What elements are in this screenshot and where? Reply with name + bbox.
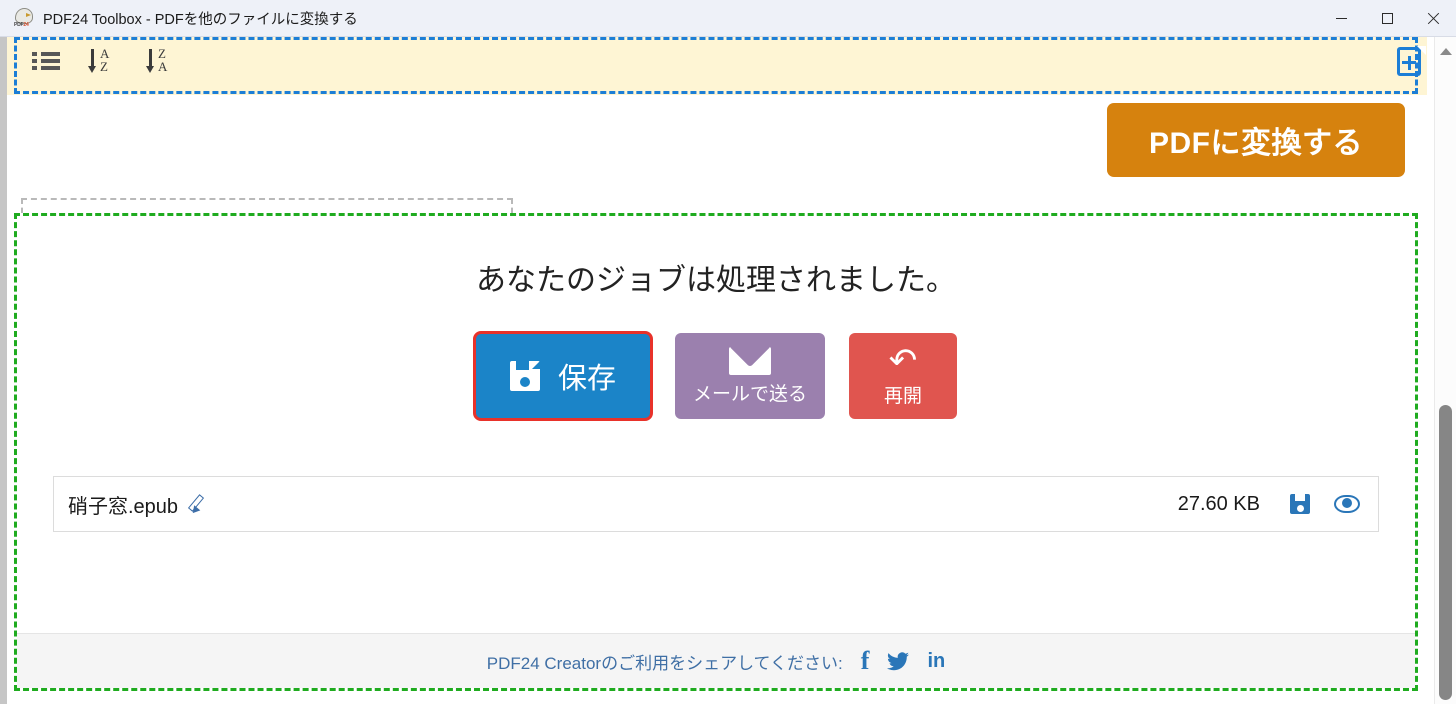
- minimize-button[interactable]: [1318, 0, 1364, 36]
- linkedin-icon[interactable]: in: [927, 651, 945, 671]
- sort-az-button[interactable]: A Z: [88, 45, 120, 77]
- list-view-icon: [32, 51, 60, 71]
- twitter-icon[interactable]: [887, 651, 910, 671]
- maximize-icon: [1381, 12, 1393, 24]
- close-icon: [1427, 12, 1440, 25]
- floppy-disk-icon: [509, 361, 540, 391]
- add-file-button[interactable]: [1394, 46, 1426, 78]
- scrollbar-thumb[interactable]: [1439, 405, 1452, 700]
- app-window: PDF24 PDF24 Toolbox - PDFを他のファイルに変換する A …: [0, 0, 1456, 704]
- envelope-icon: [729, 346, 771, 375]
- table-row[interactable]: 硝子窓.epub 27.60 KB: [53, 476, 1379, 532]
- result-actions: 保存 メールで送る ↶ 再開: [17, 331, 1415, 421]
- sort-az-icon: A Z: [88, 47, 119, 74]
- list-view-button[interactable]: [30, 45, 62, 77]
- window-title: PDF24 Toolbox - PDFを他のファイルに変換する: [43, 11, 358, 28]
- download-icon[interactable]: [1290, 494, 1310, 514]
- send-mail-button[interactable]: メールで送る: [675, 333, 825, 419]
- save-button-label: 保存: [557, 363, 616, 395]
- vertical-scrollbar[interactable]: [1434, 37, 1456, 704]
- facebook-icon[interactable]: f: [861, 648, 870, 674]
- share-footer: PDF24 Creatorのご利用をシェアしてください: f in: [17, 633, 1415, 688]
- pencil-icon[interactable]: [187, 494, 208, 516]
- toolbar: A Z Z A: [30, 45, 178, 77]
- restart-arrow-icon: ↶: [888, 340, 918, 381]
- file-size: 27.60 KB: [1177, 492, 1260, 515]
- restart-button-label: 再開: [883, 385, 922, 407]
- pdf24-logo-icon: PDF24: [14, 8, 34, 28]
- result-panel: あなたのジョブは処理されました。 保存 メールで送る ↶ 再開 硝子窓.epub…: [14, 213, 1418, 691]
- job-status-message: あなたのジョブは処理されました。: [476, 264, 956, 297]
- sort-za-button[interactable]: Z A: [146, 45, 178, 77]
- sort-za-icon: Z A: [146, 47, 177, 74]
- window-controls: [1318, 0, 1456, 36]
- share-text: PDF24 Creatorのご利用をシェアしてください:: [486, 653, 843, 673]
- title-bar: PDF24 PDF24 Toolbox - PDFを他のファイルに変換する: [0, 0, 1456, 37]
- file-name: 硝子窓.epub: [68, 495, 179, 518]
- close-button[interactable]: [1410, 0, 1456, 36]
- toolbar-background: [7, 37, 1427, 95]
- window-left-edge: [0, 0, 7, 704]
- maximize-button[interactable]: [1364, 0, 1410, 36]
- restart-button[interactable]: ↶ 再開: [849, 333, 957, 419]
- file-row-actions: [1290, 494, 1360, 514]
- convert-to-pdf-button[interactable]: PDFに変換する: [1107, 103, 1405, 177]
- scroll-up-arrow-icon[interactable]: [1435, 42, 1456, 60]
- save-button[interactable]: 保存: [473, 331, 653, 421]
- eye-icon[interactable]: [1334, 495, 1360, 513]
- sort-az-bottom-letter: Z: [100, 59, 108, 74]
- minimize-icon: [1335, 17, 1347, 19]
- send-mail-button-label: メールで送る: [692, 383, 807, 405]
- sort-za-bottom-letter: A: [158, 59, 168, 74]
- options-bar: の形式 EPUB (.epub) モード Flow PDFに変換する: [7, 95, 1427, 262]
